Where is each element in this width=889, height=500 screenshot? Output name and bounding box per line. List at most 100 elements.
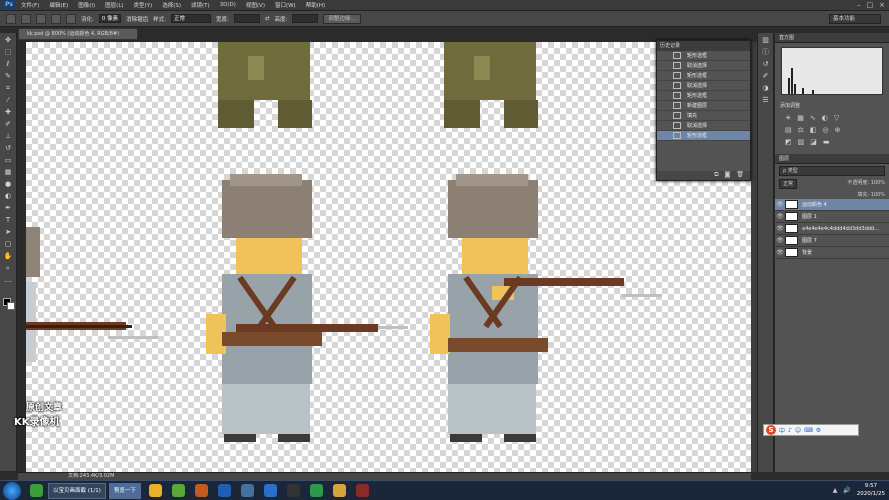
menu-type[interactable]: 类型(Y) [129,1,158,9]
menu-view[interactable]: 视图(V) [241,1,270,9]
history-row[interactable]: 取消选择 [657,121,750,131]
layer-visibility-eye-icon[interactable]: 👁 [775,201,785,208]
brightness-icon[interactable]: ☀ [785,114,791,122]
height-input[interactable] [292,14,319,23]
history-panel-tab[interactable]: 历史记录 [657,41,750,51]
document-tab[interactable]: kk.psd @ 800% (运动颜色 4, RGB/8#) [18,28,138,40]
history-row[interactable]: 矩形选框 [657,91,750,101]
layer-visibility-eye-icon[interactable]: 👁 [775,213,785,220]
levels-icon[interactable]: ▦ [797,114,804,122]
maximize-button[interactable]: □ [867,1,874,9]
history-row[interactable]: 矩形选框 [657,51,750,61]
close-button[interactable]: × [879,1,885,9]
app-icon-green[interactable] [30,484,43,497]
snapshot-icon[interactable]: ◙ [725,171,731,180]
layer-row[interactable]: 👁 图层 7 [775,235,889,247]
histogram-panel-tab[interactable]: 直方图 [775,33,889,43]
layer-row[interactable]: 👁 背景 [775,247,889,259]
blur-tool-icon[interactable]: ● [2,179,15,189]
ime-keyboard-icon[interactable]: ⌨ [804,427,813,434]
opacity-field[interactable]: 不透明度: 100% [847,179,885,189]
layer-row[interactable]: 👁 运动颜色 4 [775,199,889,211]
quick-select-tool-icon[interactable]: ✎ [2,71,15,81]
workspace-select[interactable]: 基本功能 [829,14,881,24]
photo-filter-icon[interactable]: ◎ [823,126,829,134]
vibrance-icon[interactable]: ▽ [834,114,839,122]
path-select-tool-icon[interactable]: ➤ [2,227,15,237]
eraser-tool-icon[interactable]: ▭ [2,155,15,165]
minimize-button[interactable]: – [857,1,861,9]
menu-window[interactable]: 窗口(W) [270,1,301,9]
properties-panel-icon[interactable]: ☰ [759,95,772,105]
menu-layer[interactable]: 图层(L) [100,1,128,9]
volume-icon[interactable]: 🔊 [843,487,850,494]
app-icon-dark[interactable] [286,484,300,497]
app-icon-yellow[interactable] [332,484,346,497]
marquee-tool-icon[interactable]: ⬚ [2,47,15,57]
lasso-tool-icon[interactable]: ℓ [2,59,15,69]
fill-field[interactable]: 填充: 100% [857,192,885,198]
menu-file[interactable]: 文件(F) [16,1,44,9]
subtract-selection-icon[interactable] [51,13,61,24]
menu-image[interactable]: 图像(I) [73,1,100,9]
layer-row[interactable]: 👁 a4e4e4e4c4ddd4dd3dd3ddd... [775,223,889,235]
healing-tool-icon[interactable]: ✚ [2,107,15,117]
marquee-tool-preset-icon[interactable] [6,13,16,24]
history-panel-icon[interactable]: ↺ [759,59,772,69]
dodge-tool-icon[interactable]: ◐ [2,191,15,201]
menu-filter[interactable]: 滤镜(T) [186,1,215,9]
brush-tool-icon[interactable]: ✐ [2,119,15,129]
menu-edit[interactable]: 编辑(E) [44,1,73,9]
posterize-icon[interactable]: ▨ [798,138,805,146]
menu-3d[interactable]: 3D(D) [215,2,241,8]
gradient-tool-icon[interactable]: ▦ [2,167,15,177]
layer-row[interactable]: 👁 图层 1 [775,211,889,223]
refine-edge-button[interactable]: 调整边缘... [323,13,361,24]
channel-mixer-icon[interactable]: ⊕ [835,126,841,134]
info-panel-icon[interactable]: ⓘ [759,47,772,57]
menu-select[interactable]: 选择(S) [157,1,186,9]
more-tools-icon[interactable]: … [2,275,15,285]
zoom-tool-icon[interactable]: ⌕ [2,263,15,273]
shape-tool-icon[interactable]: ▢ [2,239,15,249]
clone-stamp-tool-icon[interactable]: ⊥ [2,131,15,141]
new-selection-icon[interactable] [21,13,31,24]
antialias-checkbox[interactable]: 消除锯齿 [126,15,148,23]
sogou-ime-logo[interactable]: S [766,425,776,435]
hue-saturation-icon[interactable]: ▤ [785,126,792,134]
browser-icon[interactable] [148,484,162,497]
taskbar-window-1[interactable]: 以宝贝画面截 (1/1) [48,482,106,499]
color-balance-icon[interactable]: ⚖ [798,126,804,134]
history-row[interactable]: 矩形选框 [657,71,750,81]
move-tool-icon[interactable]: ✥ [2,35,15,45]
ime-voice-icon[interactable]: ♪ [788,427,792,434]
color-panel-icon[interactable]: ◑ [759,83,772,93]
history-brush-tool-icon[interactable]: ↺ [2,143,15,153]
start-button[interactable] [3,481,21,500]
app-icon-red[interactable] [355,484,369,497]
history-row[interactable]: 矩形选框 [657,131,750,141]
add-selection-icon[interactable] [36,13,46,24]
hand-tool-icon[interactable]: ✋ [2,251,15,261]
width-input[interactable] [233,14,260,23]
ime-emoji-icon[interactable]: ☺ [795,427,801,434]
swap-icon[interactable]: ⇄ [265,16,270,22]
feather-input[interactable]: 0 像素 [98,14,122,23]
brush-panel-icon[interactable]: ✐ [759,71,772,81]
intersect-selection-icon[interactable] [66,13,76,24]
history-row[interactable]: 新建图层 [657,101,750,111]
app-icon-orange[interactable] [194,484,208,497]
layer-filter-select[interactable]: ρ 类型 [779,166,885,176]
history-row[interactable]: 填充 [657,111,750,121]
crop-tool-icon[interactable]: ⌗ [2,83,15,93]
threshold-icon[interactable]: ◪ [810,138,817,146]
black-white-icon[interactable]: ◧ [810,126,817,134]
media-player-icon[interactable] [309,484,323,497]
blend-mode-select[interactable]: 正常 [779,179,798,189]
app-icon-blue[interactable] [240,484,254,497]
ime-mode-chinese[interactable]: 中 [779,426,785,435]
layer-visibility-eye-icon[interactable]: 👁 [775,225,785,232]
network-icon[interactable]: ▲ [833,487,838,494]
layer-visibility-eye-icon[interactable]: 👁 [775,237,785,244]
ime-settings-icon[interactable]: ⚙ [816,427,821,434]
